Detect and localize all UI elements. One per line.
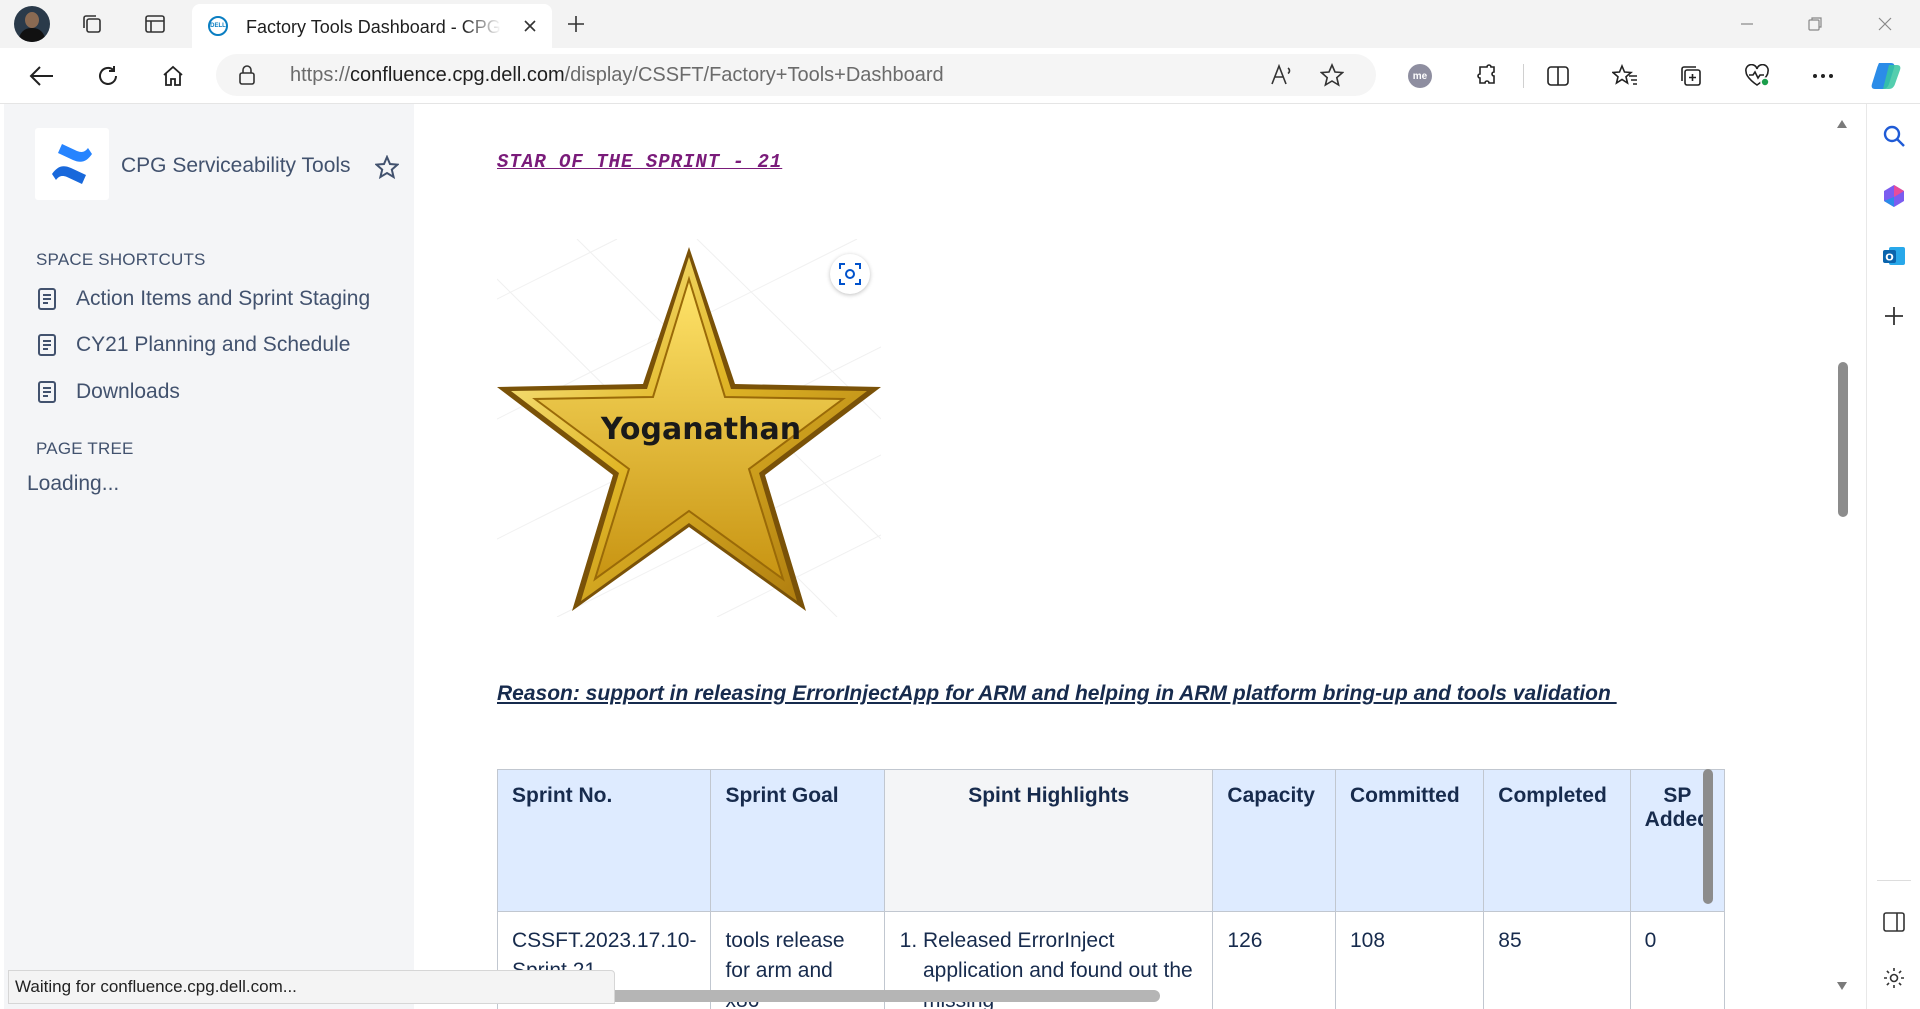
page-scrollbar-track[interactable] bbox=[1834, 104, 1850, 1009]
cell-committed: 108 bbox=[1334, 911, 1485, 1009]
vertical-tabs-icon[interactable] bbox=[137, 8, 173, 40]
star-of-sprint-heading[interactable]: STAR OF THE SPRINT - 21 bbox=[497, 151, 782, 173]
add-sidebar-app-icon[interactable] bbox=[1876, 298, 1912, 334]
profile-avatar[interactable] bbox=[14, 6, 50, 42]
split-screen-icon[interactable] bbox=[1538, 58, 1578, 94]
shortcut-action-items[interactable]: Action Items and Sprint Staging bbox=[38, 282, 370, 316]
space-name[interactable]: CPG Serviceability Tools bbox=[121, 154, 351, 178]
col-header-sprint-no: Sprint No. bbox=[497, 769, 712, 912]
back-icon[interactable] bbox=[22, 58, 62, 94]
sprint-table-container[interactable]: Sprint No. Sprint Goal Spint Highlights … bbox=[497, 769, 1725, 1009]
edge-sidebar: O bbox=[1866, 104, 1920, 1009]
tab-close-icon[interactable] bbox=[518, 14, 542, 38]
url-text[interactable]: https://confluence.cpg.dell.com/display/… bbox=[290, 64, 944, 87]
workspaces-icon[interactable] bbox=[74, 8, 110, 40]
star-image[interactable]: Yoganathan bbox=[496, 238, 882, 618]
col-header-committed: Committed bbox=[1334, 769, 1485, 912]
read-aloud-icon[interactable] bbox=[1266, 60, 1298, 90]
favorite-star-icon[interactable] bbox=[1316, 60, 1348, 90]
shortcut-downloads[interactable]: Downloads bbox=[38, 375, 180, 409]
star-name-text: Yoganathan bbox=[600, 412, 801, 447]
url-bar[interactable]: https://confluence.cpg.dell.com/display/… bbox=[216, 54, 1376, 96]
cell-sp-added: 0 bbox=[1629, 911, 1725, 1009]
copilot-icon[interactable] bbox=[1866, 58, 1906, 94]
space-shortcuts-heading: SPACE SHORTCUTS bbox=[36, 250, 206, 269]
reason-text: Reason: support in releasing ErrorInject… bbox=[497, 682, 1617, 705]
image-zoom-icon[interactable] bbox=[830, 254, 870, 294]
svg-text:O: O bbox=[1885, 253, 1894, 264]
hide-sidebar-icon[interactable] bbox=[1876, 904, 1912, 940]
minimize-icon[interactable] bbox=[1722, 6, 1772, 42]
dell-favicon-icon: DELL bbox=[208, 16, 228, 36]
shortcut-label: Action Items and Sprint Staging bbox=[76, 287, 371, 310]
table-vertical-scrollbar[interactable] bbox=[1703, 769, 1713, 904]
copilot-sidebar-icon[interactable] bbox=[1876, 178, 1912, 214]
home-icon[interactable] bbox=[153, 58, 193, 94]
collections-icon[interactable] bbox=[1671, 58, 1711, 94]
col-header-completed: Completed bbox=[1483, 769, 1631, 912]
edge-sidebar-divider bbox=[1877, 880, 1911, 881]
cell-capacity: 126 bbox=[1212, 911, 1336, 1009]
tab-title: Factory Tools Dashboard - CPG Serviceabi… bbox=[246, 17, 501, 37]
shortcut-label: CY21 Planning and Schedule bbox=[76, 333, 351, 356]
page-scrollbar-thumb[interactable] bbox=[1838, 362, 1848, 517]
lock-icon[interactable] bbox=[238, 65, 256, 90]
table-header-row: Sprint No. Sprint Goal Spint Highlights … bbox=[497, 769, 1725, 912]
page-icon bbox=[38, 334, 56, 356]
address-bar-row: https://confluence.cpg.dell.com/display/… bbox=[0, 48, 1920, 104]
col-header-sprint-goal: Sprint Goal bbox=[710, 769, 885, 912]
confluence-logo-icon[interactable] bbox=[35, 128, 109, 200]
favorites-icon[interactable] bbox=[1605, 58, 1645, 94]
status-bar-text: Waiting for confluence.cpg.dell.com... bbox=[8, 970, 615, 1004]
browser-essentials-icon[interactable] bbox=[1737, 58, 1777, 94]
page-content: STAR OF THE SPRINT - 21 Yoganathan Reaso… bbox=[414, 104, 1834, 1009]
scroll-down-arrow-icon[interactable] bbox=[1836, 978, 1848, 990]
close-window-icon[interactable] bbox=[1860, 6, 1910, 42]
page-icon bbox=[38, 381, 56, 403]
page-tree-loading: Loading... bbox=[27, 472, 120, 495]
shortcut-cy21-planning[interactable]: CY21 Planning and Schedule bbox=[38, 328, 350, 362]
cell-completed: 85 bbox=[1483, 911, 1631, 1009]
space-sidebar: CPG Serviceability Tools SPACE SHORTCUTS… bbox=[4, 104, 414, 1009]
toolbar-divider bbox=[1523, 64, 1524, 88]
extensions-puzzle-icon[interactable] bbox=[1467, 58, 1507, 94]
page-tree-heading: PAGE TREE bbox=[36, 439, 134, 458]
shortcut-label: Downloads bbox=[76, 380, 180, 403]
restore-icon[interactable] bbox=[1790, 6, 1840, 42]
active-tab[interactable]: DELL Factory Tools Dashboard - CPG Servi… bbox=[192, 4, 552, 48]
new-tab-icon[interactable] bbox=[560, 8, 592, 40]
outlook-icon[interactable]: O bbox=[1876, 238, 1912, 274]
scroll-up-arrow-icon[interactable] bbox=[1836, 116, 1848, 128]
col-header-capacity: Capacity bbox=[1212, 769, 1336, 912]
more-options-icon[interactable] bbox=[1803, 58, 1843, 94]
search-icon[interactable] bbox=[1876, 118, 1912, 154]
settings-gear-icon[interactable] bbox=[1876, 960, 1912, 996]
me-extension-icon[interactable]: me bbox=[1400, 58, 1440, 94]
refresh-icon[interactable] bbox=[88, 58, 128, 94]
col-header-highlights: Spint Highlights bbox=[883, 769, 1214, 912]
tab-bar: DELL Factory Tools Dashboard - CPG Servi… bbox=[0, 0, 1920, 48]
page-icon bbox=[38, 288, 56, 310]
space-star-icon[interactable] bbox=[372, 152, 402, 182]
sprint-table: Sprint No. Sprint Goal Spint Highlights … bbox=[497, 769, 1725, 1009]
